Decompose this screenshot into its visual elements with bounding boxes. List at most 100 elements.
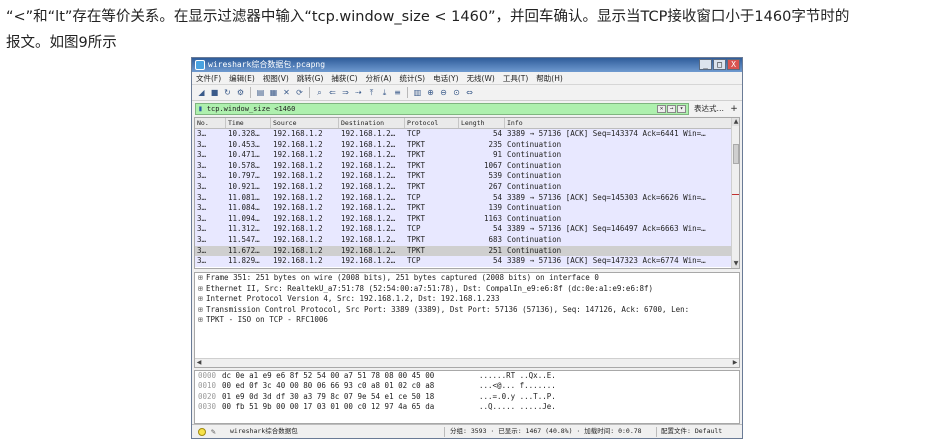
hex-row[interactable]: 0000 dc 0e a1 e9 e6 8f 52 54 00 a7 51 78 …: [195, 371, 739, 381]
table-row[interactable]: 3… 10.797… 192.168.1.2 192.168.1.2… TPKT 539 C…: [195, 171, 739, 182]
expand-icon[interactable]: ⊞: [198, 294, 206, 305]
zoom-normal-icon[interactable]: ⊙: [451, 87, 462, 98]
table-row[interactable]: 3… 11.312… 192.168.1.2 192.168.1.2… TCP 54 338…: [195, 224, 739, 235]
autoscroll-icon[interactable]: ≡: [392, 87, 403, 98]
options-icon[interactable]: ⚙: [235, 87, 246, 98]
cell-dst: 192.168.1.2…: [341, 245, 396, 255]
menu-item[interactable]: 帮助(H): [536, 72, 568, 84]
add-filter-button[interactable]: +: [729, 104, 739, 114]
find-icon[interactable]: ⌕: [314, 87, 325, 98]
scroll-up-icon[interactable]: ▲: [732, 118, 739, 126]
resize-columns-icon[interactable]: ⇔: [464, 87, 475, 98]
table-row[interactable]: 3… 11.829… 192.168.1.2 192.168.1.2… TCP 54 338…: [195, 256, 739, 267]
display-filter-input[interactable]: ▮ tcp.window_size <1460 ✕ → ▾: [195, 102, 689, 115]
zoom-in-icon[interactable]: ⊕: [425, 87, 436, 98]
hex-row[interactable]: 0030 00 fb 51 9b 00 00 17 03 01 00 c0 12 …: [195, 402, 739, 412]
open-file-icon[interactable]: ▤: [255, 87, 266, 98]
menu-item[interactable]: 视图(V): [263, 72, 294, 84]
cell-no: 3…: [197, 224, 207, 234]
menu-item[interactable]: 捕获(C): [331, 72, 362, 84]
menu-item[interactable]: 编辑(E): [229, 72, 260, 84]
column-length[interactable]: Length: [459, 118, 505, 128]
filter-bookmark-icon[interactable]: ▮: [198, 104, 203, 113]
capture-comment-icon[interactable]: ✎: [211, 425, 216, 438]
toolbar-separator: [407, 87, 408, 98]
goto-packet-icon[interactable]: ⇢: [353, 87, 364, 98]
column-no[interactable]: No.: [195, 118, 226, 128]
packet-bytes-pane[interactable]: 0000 dc 0e a1 e9 e6 8f 52 54 00 a7 51 78 …: [194, 370, 740, 424]
colorize-icon[interactable]: ▥: [412, 87, 423, 98]
close-window-button[interactable]: X: [727, 59, 740, 70]
column-destination[interactable]: Destination: [339, 118, 405, 128]
column-source[interactable]: Source: [271, 118, 339, 128]
hex-ascii: ..Q..... .....Je.: [479, 402, 556, 412]
menu-item[interactable]: 文件(F): [196, 72, 226, 84]
detail-tree-item[interactable]: ⊞ TPKT - ISO on TCP - RFC1006: [195, 315, 739, 326]
expand-icon[interactable]: ⊞: [198, 284, 206, 295]
scroll-right-icon[interactable]: ▶: [731, 359, 739, 367]
packet-list-pane[interactable]: No. Time Source Destination Protocol Len…: [194, 117, 740, 269]
cell-proto: TPKT: [407, 171, 426, 181]
detail-tree-item[interactable]: ⊞ Ethernet II, Src: RealtekU_a7:51:78 (52…: [195, 284, 739, 295]
filter-history-dropdown-icon[interactable]: ▾: [677, 104, 686, 113]
detail-text: Transmission Control Protocol, Src Port:…: [206, 304, 690, 314]
cell-info: Continuation: [507, 245, 562, 255]
minimize-button[interactable]: _: [699, 59, 712, 70]
restart-icon[interactable]: ↻: [222, 87, 233, 98]
zoom-out-icon[interactable]: ⊖: [438, 87, 449, 98]
expand-icon[interactable]: ⊞: [198, 315, 206, 326]
stop-icon[interactable]: ■: [209, 87, 220, 98]
maximize-button[interactable]: □: [713, 59, 726, 70]
column-info[interactable]: Info: [505, 118, 739, 128]
detail-tree-item[interactable]: ⊞ Transmission Control Protocol, Src Port…: [195, 305, 739, 316]
table-row-selected[interactable]: 3… 11.672… 192.168.1.2 192.168.1.2… TPKT 251 C…: [195, 245, 739, 257]
column-time[interactable]: Time: [226, 118, 271, 128]
packet-details-pane[interactable]: ⊞ Frame 351: 251 bytes on wire (2008 bits…: [194, 272, 740, 368]
save-icon[interactable]: ▦: [268, 87, 279, 98]
expression-button[interactable]: 表达式…: [692, 103, 726, 114]
details-horizontal-scrollbar[interactable]: ◀ ▶: [195, 358, 739, 367]
scroll-thumb[interactable]: [733, 144, 739, 164]
menu-item[interactable]: 分析(A): [366, 72, 397, 84]
scroll-left-icon[interactable]: ◀: [195, 359, 203, 367]
packet-list-scrollbar[interactable]: ▲ ▼: [731, 118, 739, 268]
table-row[interactable]: 3… 11.084… 192.168.1.2 192.168.1.2… TPKT 139 C…: [195, 203, 739, 214]
expand-icon[interactable]: ⊞: [198, 305, 206, 316]
close-file-icon[interactable]: ✕: [281, 87, 292, 98]
detail-tree-item[interactable]: ⊞ Internet Protocol Version 4, Src: 192.1…: [195, 294, 739, 305]
hex-row[interactable]: 0020 01 e9 0d 3d df 30 a3 79 8c 07 9e 54 …: [195, 392, 739, 402]
table-row[interactable]: 3… 11.094… 192.168.1.2 192.168.1.2… TPKT 1163…: [195, 213, 739, 225]
cell-info: Continuation: [507, 150, 562, 160]
forward-icon[interactable]: ⇒: [340, 87, 351, 98]
menu-item[interactable]: 电话(Y): [433, 72, 463, 84]
column-protocol[interactable]: Protocol: [405, 118, 459, 128]
menu-item[interactable]: 统计(S): [400, 72, 431, 84]
detail-tree-item[interactable]: ⊞ Frame 351: 251 bytes on wire (2008 bits…: [195, 273, 739, 284]
table-row[interactable]: 3… 11.547… 192.168.1.2 192.168.1.2… TPKT 683 C…: [195, 234, 739, 246]
first-packet-icon[interactable]: ⤒: [366, 87, 377, 98]
menu-bar: 文件(F) 编辑(E) 视图(V) 跳转(G) 捕获(C) 分析(A) 统计(S) 电话(Y)…: [192, 72, 742, 85]
clear-filter-icon[interactable]: ✕: [657, 104, 666, 113]
title-bar[interactable]: wireshark综合数据包.pcapng _ □ X: [192, 58, 742, 72]
cell-info: Continuation: [507, 181, 562, 191]
table-row[interactable]: 3… 10.921… 192.168.1.2 192.168.1.2… TPKT 267 C…: [195, 181, 739, 193]
table-row[interactable]: 3… 10.453… 192.168.1.2 192.168.1.2… TPKT 235 C…: [195, 139, 739, 151]
apply-filter-icon[interactable]: →: [667, 104, 676, 113]
scroll-down-icon[interactable]: ▼: [732, 260, 739, 268]
menu-item[interactable]: 无线(W): [467, 72, 500, 84]
table-row[interactable]: 3… 10.328… 192.168.1.2 192.168.1.2… TCP 54 338…: [195, 129, 739, 140]
table-row[interactable]: 3… 10.578… 192.168.1.2 192.168.1.2… TPKT 1067…: [195, 160, 739, 172]
expert-info-icon[interactable]: [198, 428, 206, 436]
table-row[interactable]: 3… 11.081… 192.168.1.2 192.168.1.2… TCP 54 338…: [195, 192, 739, 204]
last-packet-icon[interactable]: ⤓: [379, 87, 390, 98]
reload-icon[interactable]: ⟳: [294, 87, 305, 98]
status-profile[interactable]: 配置文件: Default: [661, 425, 722, 438]
shark-fin-start-icon[interactable]: ◢: [196, 87, 207, 98]
hex-row[interactable]: 0010 00 ed 0f 3c 40 00 80 06 66 93 c0 a8 …: [195, 381, 739, 391]
cell-dst: 192.168.1.2…: [341, 171, 396, 181]
menu-item[interactable]: 跳转(G): [297, 72, 329, 84]
back-icon[interactable]: ⇐: [327, 87, 338, 98]
table-row[interactable]: 3… 10.471… 192.168.1.2 192.168.1.2… TPKT 91 Co…: [195, 150, 739, 161]
menu-item[interactable]: 工具(T): [503, 72, 533, 84]
expand-icon[interactable]: ⊞: [198, 273, 206, 284]
